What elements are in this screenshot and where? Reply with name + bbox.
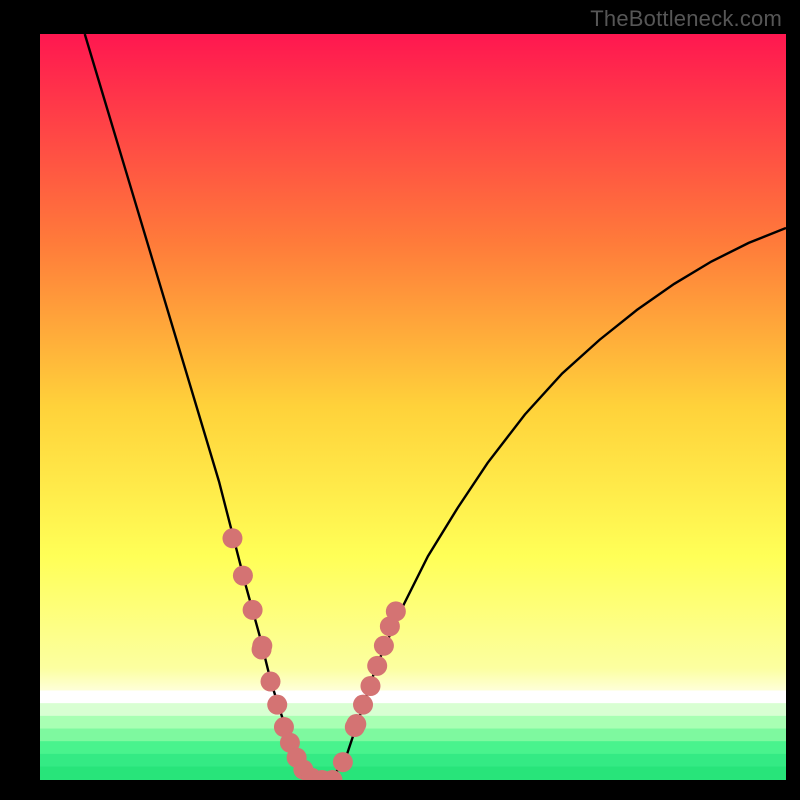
highlight-dot <box>243 600 263 620</box>
chart-stage: TheBottleneck.com <box>0 0 800 800</box>
color-band <box>40 716 786 729</box>
plot-svg <box>40 34 786 780</box>
highlight-dot <box>360 676 380 696</box>
color-band <box>40 741 786 754</box>
highlight-dot <box>233 566 253 586</box>
color-band <box>40 729 786 742</box>
highlight-dot <box>267 695 287 715</box>
plot-area <box>40 34 786 780</box>
highlight-dot <box>386 601 406 621</box>
highlight-dot <box>353 695 373 715</box>
color-band <box>40 690 786 703</box>
watermark-text: TheBottleneck.com <box>590 6 782 32</box>
highlight-dot <box>261 672 281 692</box>
highlight-dot <box>333 752 353 772</box>
color-band <box>40 754 786 767</box>
highlight-dot <box>367 656 387 676</box>
highlight-dot <box>346 714 366 734</box>
color-band <box>40 767 786 780</box>
highlight-dot <box>222 528 242 548</box>
highlight-dot <box>252 639 272 659</box>
color-band <box>40 703 786 716</box>
highlight-dot <box>374 636 394 656</box>
gradient-background <box>40 34 786 780</box>
bottom-color-bands <box>40 690 786 779</box>
